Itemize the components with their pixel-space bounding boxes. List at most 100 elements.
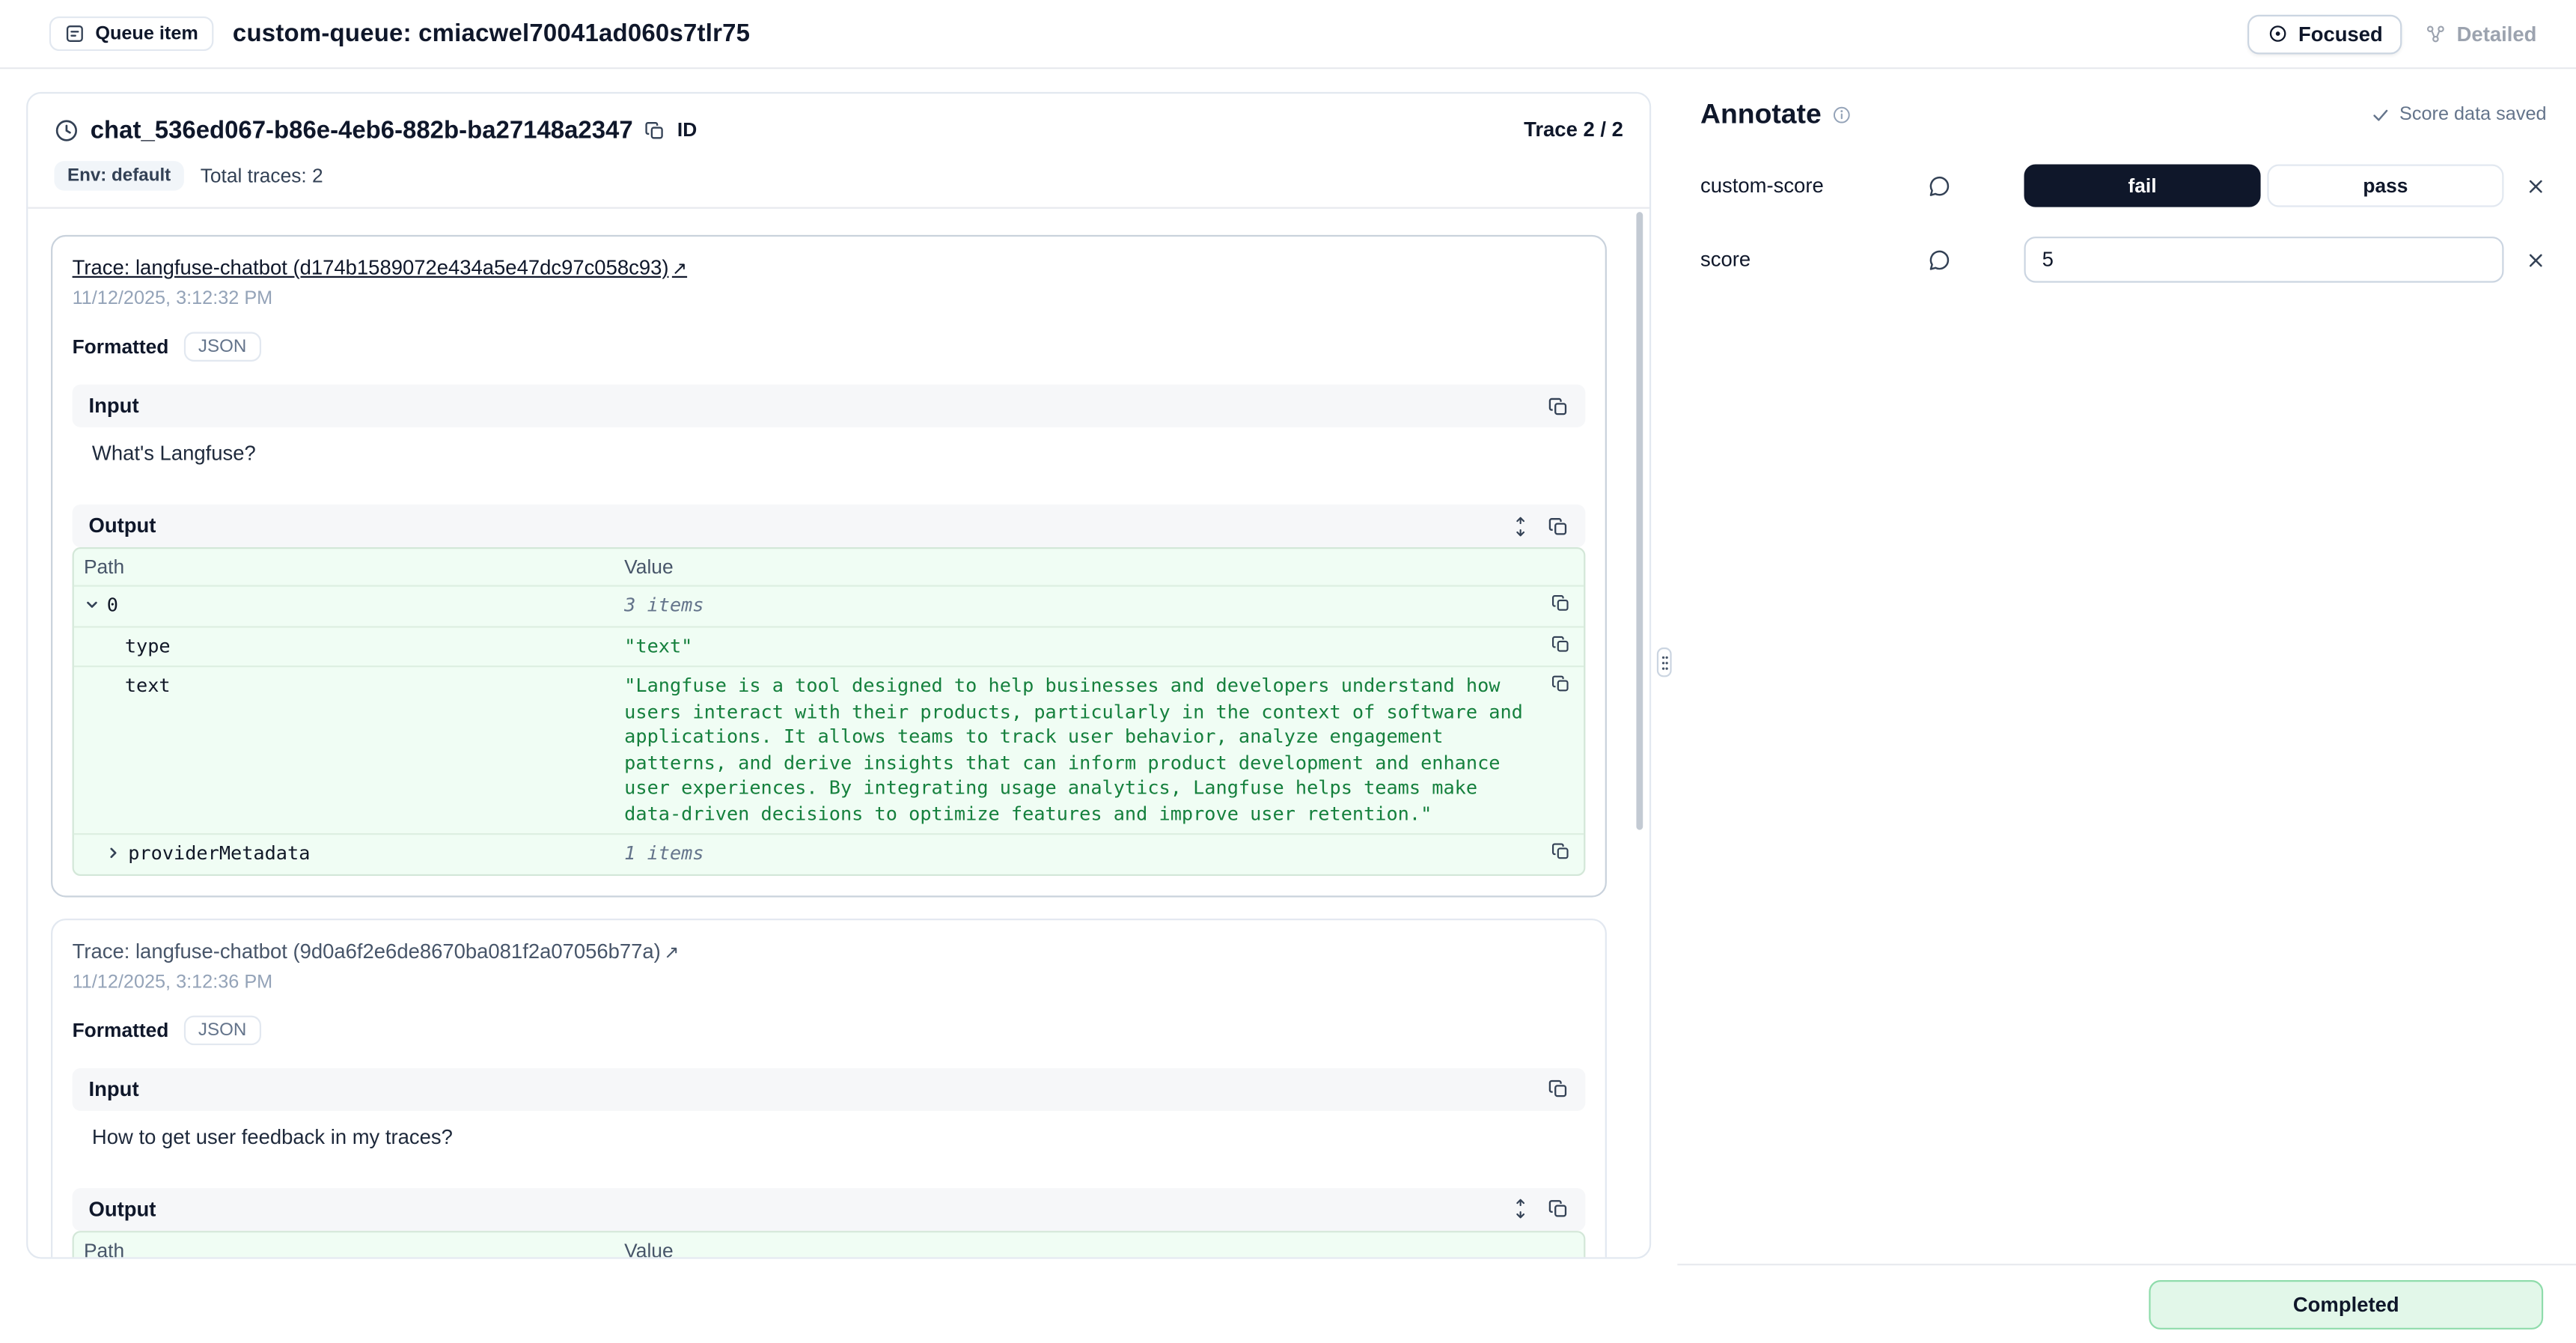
tab-json[interactable]: JSON <box>183 332 261 362</box>
page-title: custom-queue: cmiacwel70041ad060s7tlr75 <box>233 19 750 47</box>
annotate-title: Annotate <box>1700 99 1822 132</box>
expand-output-button[interactable] <box>1510 515 1531 537</box>
json-value: "Langfuse is a tool designed to help bus… <box>624 674 1523 824</box>
output-label: Output <box>89 514 156 537</box>
score-row-score: score <box>1700 237 2547 282</box>
trace-card: Trace: langfuse-chatbot (d174b1589072e43… <box>51 235 1607 897</box>
output-section-header: Output <box>73 1187 1586 1230</box>
table-row: text "Langfuse is a tool designed to hel… <box>74 666 1584 833</box>
copy-id-button[interactable] <box>644 119 666 141</box>
trace-timestamp: 11/12/2025, 3:12:36 PM <box>73 972 1586 991</box>
info-icon[interactable] <box>1831 105 1851 124</box>
column-header-path: Path <box>74 549 611 585</box>
copy-output-button[interactable] <box>1548 515 1569 537</box>
copy-row-button[interactable] <box>1549 591 1572 619</box>
expand-output-button[interactable] <box>1510 1198 1531 1219</box>
resize-handle[interactable] <box>1657 648 1672 677</box>
copy-icon <box>1551 633 1570 653</box>
input-value: How to get user feedback in my traces? <box>73 1110 1586 1168</box>
completed-button[interactable]: Completed <box>2149 1279 2543 1329</box>
table-row: type "text" <box>74 625 1584 666</box>
score-options-group: fail pass <box>2024 165 2503 207</box>
expand-icon <box>1510 1198 1531 1219</box>
scrollbar[interactable] <box>1636 212 1643 829</box>
input-section-header: Input <box>73 385 1586 427</box>
copy-row-button[interactable] <box>1549 672 1572 700</box>
copy-icon <box>1548 1078 1569 1100</box>
copy-icon <box>1551 674 1570 693</box>
main-area: chat_536ed067-b86e-4eb6-882b-ba27148a234… <box>0 69 2576 1265</box>
copy-input-button[interactable] <box>1548 395 1569 417</box>
queue-item-card: chat_536ed067-b86e-4eb6-882b-ba27148a234… <box>26 92 1651 1259</box>
footer-bar: Completed <box>0 1265 2576 1342</box>
tab-formatted[interactable]: Formatted <box>73 335 169 359</box>
column-header-value: Value <box>611 549 1584 585</box>
focused-view-button[interactable]: Focused <box>2247 14 2402 54</box>
chevron-down-icon[interactable] <box>84 597 107 613</box>
detailed-label: Detailed <box>2457 22 2537 46</box>
view-mode-toggle: Focused Detailed <box>2247 14 2550 54</box>
comment-icon[interactable] <box>1927 174 1952 198</box>
format-tabs: Formatted JSON <box>73 329 1586 365</box>
save-status-label: Score data saved <box>2399 105 2547 124</box>
score-name: score <box>1700 248 1927 271</box>
detailed-view-button[interactable]: Detailed <box>2412 16 2550 52</box>
delete-score-button[interactable] <box>2525 249 2547 271</box>
close-icon <box>2525 249 2547 271</box>
panel-resizer <box>1651 69 1677 1265</box>
tab-formatted[interactable]: Formatted <box>73 1018 169 1041</box>
total-traces-label: Total traces: 2 <box>201 165 323 188</box>
chevron-right-icon[interactable] <box>105 844 128 861</box>
json-value: 1 items <box>624 841 703 865</box>
comment-icon[interactable] <box>1927 247 1952 272</box>
input-label: Input <box>89 1077 139 1100</box>
copy-icon <box>1551 841 1570 861</box>
id-label: ID <box>677 118 697 141</box>
copy-input-button[interactable] <box>1548 1078 1569 1100</box>
save-status: Score data saved <box>2372 105 2547 124</box>
output-label: Output <box>89 1197 156 1220</box>
external-link-icon: ↗ <box>672 260 687 279</box>
json-key: type <box>125 633 171 659</box>
external-link-icon: ↗ <box>664 942 679 962</box>
input-label: Input <box>89 395 139 418</box>
tab-json[interactable]: JSON <box>183 1015 261 1045</box>
output-json-table: Path Value 0 3 items <box>73 1230 1586 1257</box>
queue-item-badge: Queue item <box>49 16 213 51</box>
stage: Queue item custom-queue: cmiacwel70041ad… <box>0 0 2576 1343</box>
trace-panel-column: chat_536ed067-b86e-4eb6-882b-ba27148a234… <box>0 69 1651 1265</box>
table-row: providerMetadata 1 items <box>74 833 1584 874</box>
copy-icon <box>644 119 666 141</box>
trace-scroll-area: Trace: langfuse-chatbot (d174b1589072e43… <box>28 209 1649 1258</box>
score-row-custom-score: custom-score fail pass <box>1700 162 2547 208</box>
copy-output-button[interactable] <box>1548 1198 1569 1219</box>
trace-timestamp: 11/12/2025, 3:12:32 PM <box>73 289 1586 308</box>
queue-icon <box>64 23 86 45</box>
score-option-pass[interactable]: pass <box>2267 165 2503 207</box>
delete-score-button[interactable] <box>2525 175 2547 197</box>
session-title: chat_536ed067-b86e-4eb6-882b-ba27148a234… <box>91 116 633 144</box>
trace-link[interactable]: Trace: langfuse-chatbot (9d0a6f2e6de8670… <box>73 940 680 963</box>
output-json-table: Path Value 0 3 items <box>73 547 1586 875</box>
queue-item-header: chat_536ed067-b86e-4eb6-882b-ba27148a234… <box>28 94 1649 209</box>
grip-dots-icon <box>1659 654 1669 672</box>
top-bar: Queue item custom-queue: cmiacwel70041ad… <box>0 0 2576 69</box>
copy-row-button[interactable] <box>1549 632 1572 660</box>
column-header-path: Path <box>74 1231 611 1257</box>
table-row: 0 3 items <box>74 585 1584 625</box>
json-value: "text" <box>624 633 692 657</box>
json-key: providerMetadata <box>128 841 310 867</box>
score-value-input[interactable] <box>2024 237 2503 282</box>
json-value: 3 items <box>624 593 703 616</box>
trace-counter: Trace 2 / 2 <box>1524 118 1623 141</box>
score-option-fail[interactable]: fail <box>2024 165 2260 207</box>
app-window: Queue item custom-queue: cmiacwel70041ad… <box>0 0 2576 1343</box>
input-section-header: Input <box>73 1068 1586 1110</box>
trace-link[interactable]: Trace: langfuse-chatbot (d174b1589072e43… <box>73 256 688 279</box>
score-name: custom-score <box>1700 174 1927 198</box>
annotate-panel: Annotate Score data saved custom-score f… <box>1677 69 2576 1265</box>
check-icon <box>2372 105 2391 124</box>
copy-row-button[interactable] <box>1549 840 1572 868</box>
input-value: What's Langfuse? <box>73 427 1586 485</box>
trace-card: Trace: langfuse-chatbot (9d0a6f2e6de8670… <box>51 918 1607 1257</box>
